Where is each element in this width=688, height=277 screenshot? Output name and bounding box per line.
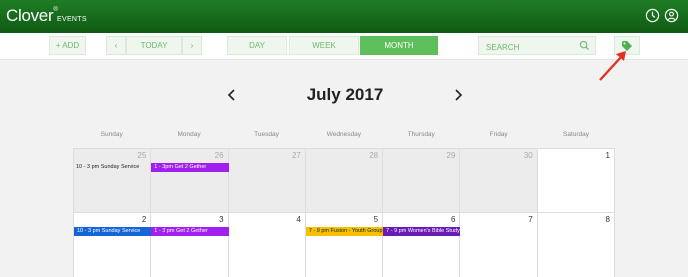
day-cell[interactable]: 3 1 - 3 pm Get 2 Gether [151,213,229,277]
event-item[interactable]: 7 - 9 pm Women's Bible Study [383,227,461,236]
day-cell[interactable]: 30 [460,149,538,212]
day-cell[interactable]: 1 [537,149,615,212]
annotation-arrow [599,51,626,81]
event-item[interactable]: 10 - 3 pm Sunday Service [76,164,139,170]
day-cell[interactable]: 5 7 - 9 pm Fusion - Youth Group [305,213,384,277]
day-cell[interactable]: 6 7 - 9 pm Women's Bible Study [383,213,461,277]
view-month-button[interactable]: MONTH [360,36,438,55]
view-week-button[interactable]: WEEK [289,36,359,55]
clock-icon[interactable] [645,8,660,23]
weekday-label: Monday [177,131,201,138]
event-item[interactable]: 1 - 3pm Get 2 Gether [151,163,229,172]
chevron-left-icon[interactable] [226,88,238,102]
weekday-label: Friday [489,131,508,138]
week-row: 25 10 - 3 pm Sunday Service 26 1 - 3pm G… [74,148,615,212]
day-cell[interactable]: 25 10 - 3 pm Sunday Service [74,149,152,212]
day-number: 27 [291,151,301,160]
month-title: July 2017 [306,85,384,104]
day-number: 8 [605,215,610,224]
weekday-label: Saturday [563,131,590,138]
day-number: 5 [373,215,379,224]
day-cell[interactable]: 26 1 - 3pm Get 2 Gether [151,149,229,212]
weekday-label: Thursday [407,131,435,138]
day-number: 3 [219,215,224,224]
day-cell[interactable]: 29 [383,149,461,212]
event-item[interactable]: 1 - 3 pm Get 2 Gether [151,227,229,236]
day-number: 30 [523,151,533,160]
event-item[interactable]: 10 - 3 pm Sunday Service [74,227,152,236]
add-event-button[interactable]: + ADD [49,36,86,55]
weekday-header: Sunday Monday Tuesday Wednesday Thursday… [73,131,615,138]
month-grid: 25 10 - 3 pm Sunday Service 26 1 - 3pm G… [73,148,615,277]
today-button[interactable]: TODAY [126,36,182,55]
search-box [478,36,596,56]
brand-name: Clover [6,6,54,25]
event-item[interactable]: 7 - 9 pm Fusion - Youth Group [305,227,384,236]
day-cell[interactable]: 4 [228,213,306,277]
user-icon[interactable] [664,8,679,23]
weekday-label: Sunday [100,131,123,138]
weekday-label: Wednesday [326,131,361,138]
day-number: 6 [450,215,456,224]
view-day-button[interactable]: DAY [227,36,287,55]
day-number: 28 [369,151,379,160]
toolbar: + ADD ‹ TODAY › DAY WEEK MONTH [0,33,688,60]
weekday-label: Tuesday [254,131,279,138]
app-header: Clover® EVENTS [0,0,688,33]
day-number: 26 [214,151,224,160]
day-number: 1 [605,151,610,160]
day-number: 7 [528,215,533,224]
brand-mark: ® [53,7,58,13]
brand-subtitle: EVENTS [57,16,87,23]
brand-logo: Clover® [6,6,58,26]
day-number: 4 [296,215,301,224]
day-number: 25 [137,151,147,160]
day-number: 29 [446,151,456,160]
next-period-button[interactable]: › [182,36,202,55]
search-input[interactable] [479,39,574,56]
week-row: 2 10 - 3 pm Sunday Service 3 1 - 3 pm Ge… [74,212,615,277]
day-number: 2 [141,215,147,224]
day-cell[interactable]: 8 [537,213,615,277]
day-cell[interactable]: 2 10 - 3 pm Sunday Service [74,213,152,277]
day-cell[interactable]: 27 [228,149,306,212]
chevron-right-icon[interactable] [452,88,464,102]
search-icon[interactable] [579,40,590,51]
prev-period-button[interactable]: ‹ [106,36,126,55]
day-cell[interactable]: 7 [460,213,538,277]
day-cell[interactable]: 28 [305,149,384,212]
